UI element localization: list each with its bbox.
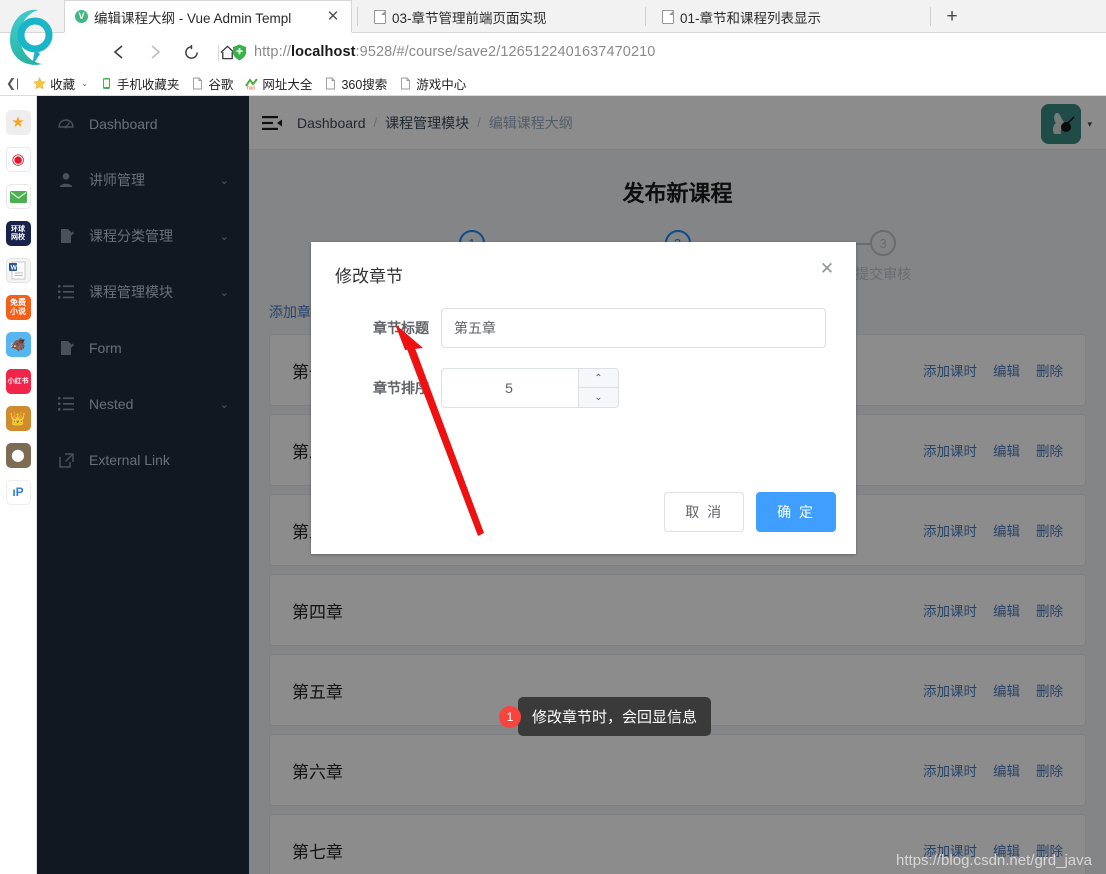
back-icon[interactable] (106, 39, 132, 65)
bookmark-favorites[interactable]: 收藏 ⌄ (27, 73, 94, 94)
document-favicon-icon (374, 10, 386, 24)
svg-text:W: W (11, 265, 18, 272)
dialog-header: 修改章节 ✕ (311, 242, 856, 308)
browser-side-dock: ★ ◉ 环球网校 W 免费小说 🐗 小红书 👑 ⬤ ıP (0, 96, 37, 874)
web-page: Dashboard 讲师管理 ⌄ 课程分类管理 ⌄ 课程 (37, 96, 1106, 874)
bookmark-hao123[interactable]: hao 网址大全 (239, 73, 318, 94)
bookmark-label: 谷歌 (208, 74, 233, 93)
bookmarks-overflow-icon[interactable]: ❮| (6, 76, 19, 90)
stepper-increase-button[interactable]: ⌃ (578, 369, 618, 388)
browser-tab-0[interactable]: V 编辑课程大纲 - Vue Admin Templ ✕ (64, 0, 352, 33)
browser-window: V 编辑课程大纲 - Vue Admin Templ ✕ 03-章节管理前端页面… (0, 0, 1106, 874)
url-host: localhost (291, 44, 356, 60)
quantity-stepper: ⌃ ⌄ (441, 368, 619, 408)
security-shield-icon (232, 44, 247, 61)
chapter-sort-label: 章节排序 (311, 378, 441, 398)
dialog-footer: 取 消 确 定 (664, 492, 836, 532)
tab-title: 03-章节管理前端页面实现 (392, 7, 624, 27)
bookmark-google[interactable]: 谷歌 (185, 73, 239, 94)
document-icon (324, 77, 337, 90)
bookmark-label: 360搜索 (341, 74, 387, 93)
chevron-down-icon[interactable]: ⌄ (81, 79, 88, 88)
word-doc-icon[interactable]: W (6, 258, 31, 283)
free-novel-icon[interactable]: 免费小说 (6, 295, 31, 320)
forward-icon[interactable] (142, 39, 168, 65)
pp-icon[interactable]: ıP (6, 480, 31, 505)
callout-number: 1 (499, 706, 521, 728)
game-cat-icon[interactable]: 🐗 (6, 332, 31, 357)
new-tab-button[interactable]: + (935, 5, 969, 29)
dialog-title: 修改章节 (335, 262, 403, 287)
reload-icon[interactable] (178, 39, 204, 65)
tab-divider (357, 7, 358, 26)
document-icon (191, 77, 204, 90)
tab-title: 01-章节和课程列表显示 (680, 7, 912, 27)
url-text: http://localhost:9528/#/course/save2/126… (254, 44, 655, 60)
bookmark-mobile-favorites[interactable]: 手机收藏夹 (94, 73, 186, 94)
document-icon (399, 77, 412, 90)
document-favicon-icon (662, 10, 674, 24)
chapter-title-input[interactable] (441, 308, 826, 348)
callout-text: 修改章节时，会回显信息 (518, 697, 711, 736)
stepper-decrease-button[interactable]: ⌄ (578, 388, 618, 407)
huanqiu-icon[interactable]: 环球网校 (6, 221, 31, 246)
browser-tab-1[interactable]: 03-章节管理前端页面实现 (364, 0, 634, 33)
game-king-icon[interactable]: 👑 (6, 406, 31, 431)
confirm-button[interactable]: 确 定 (756, 492, 836, 532)
favorites-star-icon[interactable]: ★ (6, 110, 31, 135)
form-row-chapter-title: 章节标题 (311, 308, 856, 348)
weibo-icon[interactable]: ◉ (6, 147, 31, 172)
edit-chapter-dialog: 修改章节 ✕ 章节标题 章节排序 ⌃ ⌄ 取 消 确 定 (311, 242, 856, 554)
tab-close-icon[interactable]: ✕ (325, 9, 341, 25)
tab-divider (930, 7, 931, 26)
hao123-icon: hao (245, 77, 258, 90)
tab-title: 编辑课程大纲 - Vue Admin Templ (94, 7, 319, 27)
watermark: https://blog.csdn.net/grd_java (896, 852, 1092, 869)
bookmark-label: 手机收藏夹 (117, 74, 180, 93)
star-icon (33, 77, 46, 90)
address-bar[interactable]: http://localhost:9528/#/course/save2/126… (232, 33, 655, 71)
svg-text:hao: hao (247, 85, 256, 90)
vue-favicon-icon: V (75, 10, 88, 23)
nav-divider (218, 45, 219, 61)
mail-icon[interactable] (6, 184, 31, 209)
bookmark-360-search[interactable]: 360搜索 (318, 73, 393, 94)
xiaohongshu-icon[interactable]: 小红书 (6, 369, 31, 394)
bookmark-label: 网址大全 (262, 74, 312, 93)
tab-divider (645, 7, 646, 26)
browser-logo-icon (2, 2, 60, 72)
phone-icon (100, 77, 113, 90)
cancel-button[interactable]: 取 消 (664, 492, 744, 532)
bookmark-label: 收藏 (50, 74, 75, 93)
war-game-icon[interactable]: ⬤ (6, 443, 31, 468)
bookmark-game-center[interactable]: 游戏中心 (393, 73, 472, 94)
bookmark-label: 游戏中心 (416, 74, 466, 93)
bookmarks-bar: ❮| 收藏 ⌄ 手机收藏夹 谷歌 hao 网址大全 (0, 71, 1106, 96)
annotation-callout: 1 修改章节时，会回显信息 (499, 697, 711, 736)
browser-tab-strip: V 编辑课程大纲 - Vue Admin Templ ✕ 03-章节管理前端页面… (0, 0, 1106, 33)
close-icon[interactable]: ✕ (816, 258, 838, 280)
chapter-title-label: 章节标题 (311, 318, 441, 338)
browser-tab-2[interactable]: 01-章节和课程列表显示 (652, 0, 922, 33)
form-row-chapter-sort: 章节排序 ⌃ ⌄ (311, 368, 856, 408)
